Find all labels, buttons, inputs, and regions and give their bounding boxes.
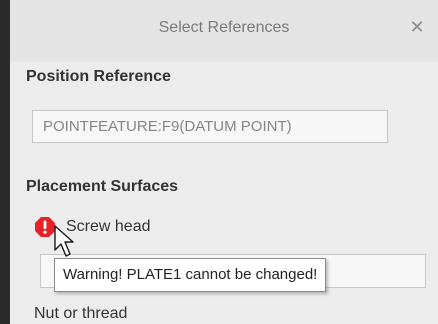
dialog-title: Select References: [158, 19, 290, 36]
nut-or-thread-label: Nut or thread: [34, 305, 128, 322]
placement-surfaces-heading: Placement Surfaces: [26, 178, 179, 195]
select-references-dialog: Select References ✕ Position Reference P…: [10, 0, 438, 324]
mouse-cursor-icon: [54, 225, 74, 257]
warning-icon: [35, 217, 55, 237]
screw-head-label: Screw head: [66, 218, 151, 235]
dialog-titlebar[interactable]: Select References ✕: [10, 0, 438, 62]
close-icon: ✕: [409, 17, 425, 37]
position-reference-field[interactable]: POINTFEATURE:F9(DATUM POINT): [32, 110, 388, 143]
close-button[interactable]: ✕: [408, 17, 426, 37]
warning-tooltip: Warning! PLATE1 cannot be changed!: [54, 258, 327, 292]
position-reference-heading: Position Reference: [26, 68, 171, 85]
